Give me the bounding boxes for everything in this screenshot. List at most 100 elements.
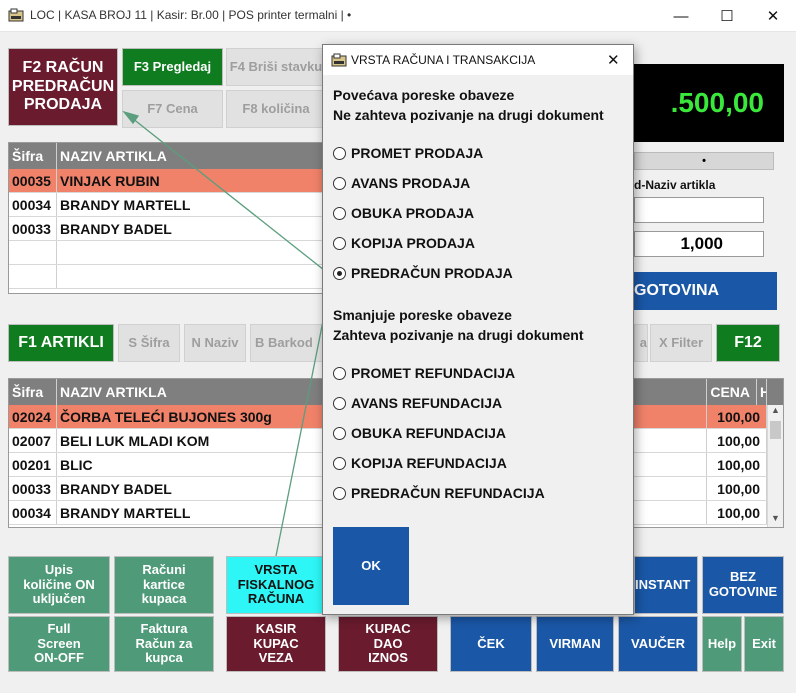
receipt-row-name <box>57 241 323 264</box>
radio-option[interactable]: PROMET REFUNDACIJA <box>333 365 515 381</box>
racuni-kartice-kupaca-button[interactable]: Računi kartice kupaca <box>114 556 214 614</box>
radio-option[interactable]: PREDRAČUN REFUNDACIJA <box>333 485 545 501</box>
hidden-toolbar-button[interactable]: a <box>634 324 648 362</box>
receipt-row[interactable]: 00034 BRANDY MARTELL <box>9 193 323 217</box>
radio-button-icon[interactable] <box>333 176 346 190</box>
radio-option[interactable]: PROMET PRODAJA <box>333 145 483 161</box>
cek-button[interactable]: ČEK <box>450 616 532 672</box>
dialog-close-icon[interactable]: ✕ <box>607 51 620 69</box>
receipt-row[interactable] <box>9 241 323 265</box>
receipt-row-name: BRANDY MARTELL <box>57 193 323 216</box>
section-increase-line2: Ne zahteva pozivanje na drugi dokument <box>333 107 604 123</box>
section-decrease-line2: Zahteva pozivanje na drugi dokument <box>333 327 584 343</box>
f7-cena-button[interactable]: F7 Cena <box>122 90 223 128</box>
radio-option-label: KOPIJA REFUNDACIJA <box>351 455 507 471</box>
radio-button-icon[interactable] <box>333 266 346 280</box>
f3-pregledaj-button[interactable]: F3 Pregledaj <box>122 48 223 86</box>
instant-button[interactable]: INSTANT <box>634 556 698 614</box>
radio-button-icon[interactable] <box>333 396 346 410</box>
minimize-icon[interactable]: — <box>658 0 704 32</box>
radio-option-label: KOPIJA PRODAJA <box>351 235 475 251</box>
article-row-code: 00201 <box>9 453 57 476</box>
dialog-title: VRSTA RAČUNA I TRANSAKCIJA <box>351 53 536 67</box>
f4-brisi-stavku-button[interactable]: F4 Briši stavku <box>226 48 326 86</box>
radio-option[interactable]: AVANS REFUNDACIJA <box>333 395 502 411</box>
article-row-code: 00034 <box>9 501 57 524</box>
radio-option-label: PROMET PRODAJA <box>351 145 484 161</box>
kupac-dao-iznos-button[interactable]: KUPAC DAO IZNOS <box>338 616 438 672</box>
vrsta-racuna-dialog: VRSTA RAČUNA I TRANSAKCIJA ✕ Povećava po… <box>322 44 634 615</box>
receipt-row[interactable]: 00033 BRANDY BADEL <box>9 217 323 241</box>
scroll-up-icon[interactable]: ▲ <box>768 405 783 419</box>
radio-button-icon[interactable] <box>333 206 346 220</box>
section-decrease-line1: Smanjuje poreske obaveze <box>333 307 512 323</box>
section-increase-line1: Povećava poreske obaveze <box>333 87 515 103</box>
f8-kolicina-button[interactable]: F8 količina <box>226 90 326 128</box>
radio-option-label: PROMET REFUNDACIJA <box>351 365 516 381</box>
article-row-price: 100,00 <box>707 453 767 476</box>
receipt-row-name: BRANDY BADEL <box>57 217 323 240</box>
radio-button-icon[interactable] <box>333 236 346 250</box>
vrsta-fiskalnog-racuna-button[interactable]: VRSTA FISKALNOG RAČUNA <box>226 556 326 614</box>
receipt-row[interactable]: 00035 VINJAK RUBIN <box>9 169 323 193</box>
receipt-grid-header: Šifra NAZIV ARTIKLA <box>9 143 323 169</box>
column-cena[interactable]: CENA <box>707 379 757 405</box>
radio-option[interactable]: OBUKA PRODAJA <box>333 205 474 221</box>
radio-option[interactable]: KOPIJA PRODAJA <box>333 235 475 251</box>
lookup-label: d-Naziv artikla <box>634 178 716 192</box>
exit-button[interactable]: Exit <box>744 616 784 672</box>
f12-button[interactable]: F12 <box>716 324 780 362</box>
column-naziv-artikla[interactable]: NAZIV ARTIKLA <box>57 143 323 169</box>
radio-option[interactable]: KOPIJA REFUNDACIJA <box>333 455 507 471</box>
radio-button-icon[interactable] <box>333 366 346 380</box>
ok-button[interactable]: OK <box>333 527 409 605</box>
receipt-row-code <box>9 265 57 288</box>
column-sifra[interactable]: Šifra <box>9 379 57 405</box>
gotovina-button[interactable]: GOTOVINA <box>634 272 777 310</box>
radio-option-label: PREDRAČUN PRODAJA <box>351 265 513 281</box>
radio-button-icon[interactable] <box>333 146 346 160</box>
kasir-kupac-veza-button[interactable]: KASIR KUPAC VEZA <box>226 616 326 672</box>
naziv-artikla-input[interactable] <box>634 197 764 223</box>
radio-button-icon[interactable] <box>333 426 346 440</box>
radio-option-label: OBUKA REFUNDACIJA <box>351 425 507 441</box>
quantity-input[interactable]: 1,000 <box>634 231 764 257</box>
faktura-racun-button[interactable]: Faktura Račun za kupca <box>114 616 214 672</box>
vaucer-button[interactable]: VAUČER <box>618 616 698 672</box>
naziv-search-button[interactable]: N Naziv <box>184 324 246 362</box>
article-row-code: 02007 <box>9 429 57 452</box>
scroll-down-icon[interactable]: ▼ <box>768 513 783 527</box>
maximize-icon[interactable]: ☐ <box>704 0 750 32</box>
f1-artikli-button[interactable]: F1 ARTIKLI <box>8 324 114 362</box>
help-button[interactable]: Help <box>702 616 742 672</box>
filter-button[interactable]: X Filter <box>650 324 712 362</box>
column-h[interactable]: H <box>757 379 767 405</box>
receipt-row[interactable] <box>9 265 323 289</box>
receipt-row-name: VINJAK RUBIN <box>57 169 323 192</box>
radio-option[interactable]: OBUKA REFUNDACIJA <box>333 425 506 441</box>
column-sifra[interactable]: Šifra <box>9 143 57 169</box>
dialog-app-icon <box>331 53 347 67</box>
receipt-row-code: 00035 <box>9 169 57 192</box>
radio-option-label: AVANS PRODAJA <box>351 175 471 191</box>
full-screen-button[interactable]: Full Screen ON-OFF <box>8 616 110 672</box>
radio-option[interactable]: PREDRAČUN PRODAJA <box>333 265 513 281</box>
close-icon[interactable]: ✕ <box>750 0 796 32</box>
radio-button-icon[interactable] <box>333 456 346 470</box>
bez-gotovine-button[interactable]: BEZ GOTOVINE <box>702 556 784 614</box>
article-grid-scrollbar[interactable]: ▲ ▼ <box>767 405 783 527</box>
sifra-search-button[interactable]: S Šifra <box>118 324 180 362</box>
barkod-search-button[interactable]: B Barkod <box>250 324 324 362</box>
upis-kolicine-button[interactable]: Upis količine ON uključen <box>8 556 110 614</box>
radio-button-icon[interactable] <box>333 486 346 500</box>
article-row-price: 100,00 <box>707 405 767 428</box>
article-row-price: 100,00 <box>707 429 767 452</box>
window-title: LOC | KASA BROJ 11 | Kasir: Br.00 | POS … <box>30 8 352 22</box>
receipt-row-code <box>9 241 57 264</box>
virman-button[interactable]: VIRMAN <box>536 616 614 672</box>
f2-racun-predracun-prodaja-button[interactable]: F2 RAČUN PREDRAČUN PRODAJA <box>8 48 118 126</box>
article-row-price: 100,00 <box>707 501 767 524</box>
radio-option-label: AVANS REFUNDACIJA <box>351 395 503 411</box>
scroll-thumb[interactable] <box>770 421 781 439</box>
radio-option[interactable]: AVANS PRODAJA <box>333 175 470 191</box>
